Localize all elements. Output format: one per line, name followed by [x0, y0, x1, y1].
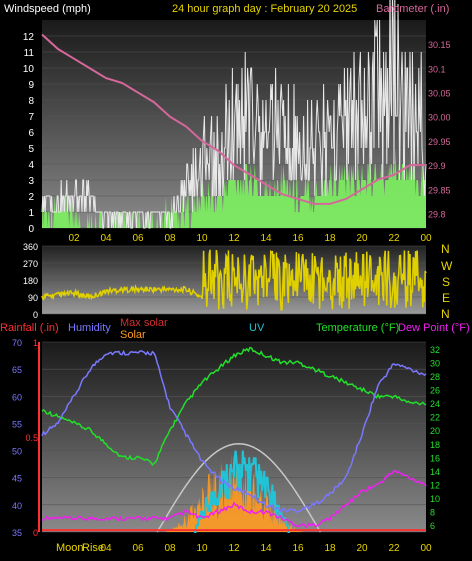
x-tick-label-bottom: 06: [132, 543, 144, 554]
dir-tick-label: 180: [23, 276, 38, 286]
x-tick-label-bottom: 22: [388, 543, 400, 554]
temp-tick-label: 22: [430, 413, 440, 423]
x-tick-label: 00: [420, 233, 432, 244]
x-tick-label: 16: [292, 233, 304, 244]
dir-tick-label: 0: [33, 310, 38, 320]
temp-tick-label: 8: [430, 508, 435, 518]
humidity-tick-label: 65: [12, 365, 22, 375]
dir-tick-label: 360: [23, 242, 38, 252]
x-tick-label-bottom: 10: [196, 543, 208, 554]
humidity-axis-title: Humidity: [68, 322, 111, 334]
x-tick-label: 08: [164, 233, 176, 244]
x-tick-label-bottom: 18: [324, 543, 336, 554]
moon-rise-label: Moon: [56, 542, 84, 554]
chart-title: 24 hour graph day : February 20 2025: [172, 3, 357, 15]
max-solar-label: Max solar: [120, 317, 168, 329]
wind-tick-label: 12: [23, 32, 35, 43]
wind-tick-label: 0: [28, 224, 34, 235]
wind-tick-label: 8: [28, 96, 34, 107]
baro-tick-label: 30.1: [428, 64, 446, 74]
wind-tick-label: 6: [28, 128, 34, 139]
wind-tick-label: 7: [28, 112, 34, 123]
temp-tick-label: 32: [430, 345, 440, 355]
compass-s: S: [442, 275, 450, 289]
humidity-tick-label: 45: [12, 474, 22, 484]
x-tick-label-bottom: 16: [292, 543, 304, 554]
wind-tick-label: 9: [28, 80, 34, 91]
rain-tick-label: 0.5: [25, 433, 38, 443]
temp-tick-label: 28: [430, 372, 440, 382]
wind-tick-label: 11: [24, 48, 35, 59]
humidity-tick-label: 50: [12, 447, 22, 457]
temp-tick-label: 16: [430, 453, 440, 463]
temp-tick-label: 14: [430, 467, 440, 477]
humidity-tick-label: 60: [12, 392, 22, 402]
compass-w: W: [441, 259, 453, 273]
baro-tick-label: 30.05: [428, 89, 451, 99]
x-tick-label: 22: [388, 233, 400, 244]
x-tick-label-bottom: 12: [228, 543, 240, 554]
baro-tick-label: 29.8: [428, 209, 446, 219]
temp-tick-label: 30: [430, 358, 440, 368]
wind-tick-label: 3: [28, 176, 34, 187]
rain-axis-title: Rainfall (.in): [0, 322, 59, 334]
temp-tick-label: 12: [430, 481, 440, 491]
x-tick-label-bottom: 14: [260, 543, 272, 554]
compass-n-top: N: [441, 242, 450, 256]
sun-rise-label: Rise: [82, 542, 104, 554]
wind-tick-label: 4: [28, 160, 34, 171]
uv-label: UV: [249, 322, 265, 334]
x-tick-label: 18: [324, 233, 336, 244]
dir-tick-label: 270: [23, 259, 38, 269]
compass-n-bottom: N: [441, 307, 450, 321]
x-tick-label: 04: [100, 233, 112, 244]
baro-tick-label: 29.95: [428, 137, 451, 147]
rain-tick-label: 0: [33, 528, 38, 538]
baro-tick-label: 29.9: [428, 161, 446, 171]
x-tick-label: 14: [260, 233, 272, 244]
solar-label: Solar: [120, 329, 146, 341]
humidity-tick-label: 40: [12, 501, 22, 511]
dir-tick-label: 90: [28, 293, 38, 303]
wind-tick-label: 2: [28, 192, 34, 203]
humidity-tick-label: 55: [12, 419, 22, 429]
wind-axis-title: Windspeed (mph): [4, 3, 91, 15]
wind-tick-label: 10: [23, 64, 35, 75]
baro-tick-label: 29.85: [428, 185, 451, 195]
temp-tick-label: 18: [430, 440, 440, 450]
x-tick-label: 02: [68, 233, 80, 244]
temp-tick-label: 24: [430, 399, 440, 409]
temp-tick-label: 6: [430, 521, 435, 531]
wind-tick-label: 5: [28, 144, 34, 155]
temp-tick-label: 10: [430, 494, 440, 504]
dew-axis-title: Dew Point (°F): [398, 322, 470, 334]
temp-tick-label: 20: [430, 426, 440, 436]
wind-tick-label: 1: [28, 208, 34, 219]
baro-tick-label: 30.15: [428, 40, 451, 50]
x-tick-label: 20: [356, 233, 368, 244]
temp-axis-title: Temperature (°F): [316, 322, 399, 334]
rain-tick-label: 1: [33, 338, 38, 348]
x-tick-label: 12: [228, 233, 240, 244]
x-tick-label-bottom: 00: [420, 543, 432, 554]
x-tick-label-bottom: 20: [356, 543, 368, 554]
humidity-tick-label: 70: [12, 338, 22, 348]
x-tick-label-bottom: 08: [164, 543, 176, 554]
x-tick-label: 06: [132, 233, 144, 244]
baro-axis-title: Barometer (.in): [376, 3, 449, 15]
temp-tick-label: 26: [430, 386, 440, 396]
baro-tick-label: 30.00: [428, 113, 451, 123]
x-tick-label: 10: [196, 233, 208, 244]
humidity-tick-label: 35: [12, 528, 22, 538]
compass-e: E: [442, 291, 450, 305]
weather-chart: 012345678910111229.829.8529.929.9530.003…: [0, 0, 470, 554]
